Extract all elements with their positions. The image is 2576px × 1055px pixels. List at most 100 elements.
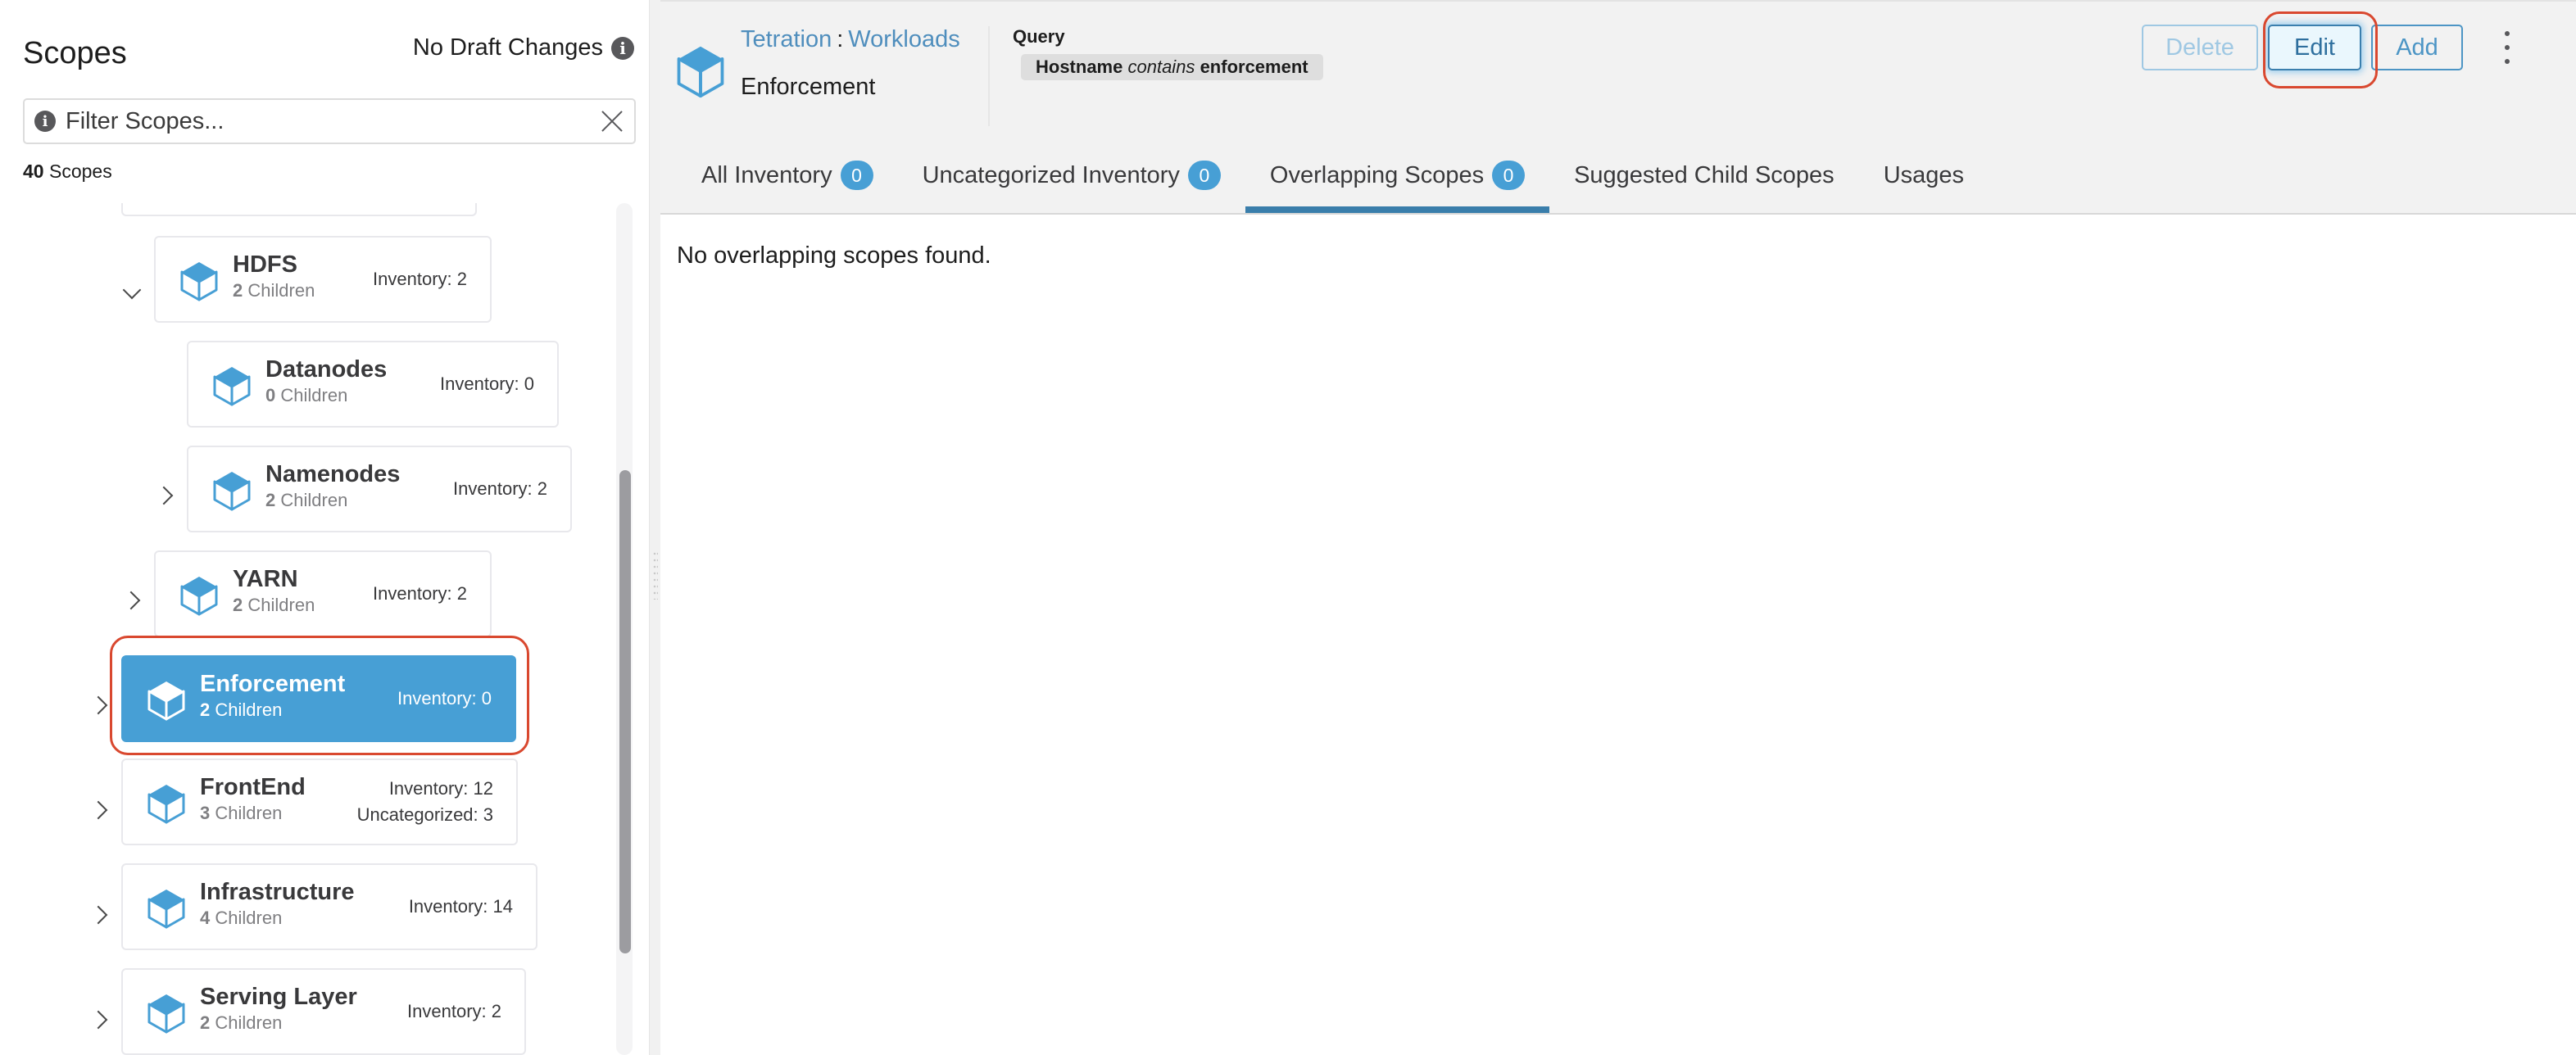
children-count: 2 xyxy=(265,490,276,510)
scope-name: Enforcement xyxy=(200,671,346,697)
panel-resize-splitter[interactable] xyxy=(649,0,660,1055)
scope-card-enforcement[interactable]: Enforcement 2 Children Inventory: 0 xyxy=(121,655,516,742)
query-label: Query xyxy=(1013,26,1065,47)
tab-label: Overlapping Scopes xyxy=(1269,162,1485,188)
scope-name: YARN xyxy=(233,566,298,592)
filter-scopes-input[interactable] xyxy=(66,107,600,135)
tab-count-badge: 0 xyxy=(1187,161,1221,190)
scope-card-frontend[interactable]: FrontEnd 3 Children Inventory: 12 Uncate… xyxy=(121,758,518,845)
add-button[interactable]: Add xyxy=(2371,25,2463,70)
tab-overlapping-scopes[interactable]: Overlapping Scopes 0 xyxy=(1245,147,1550,215)
breadcrumb-parent[interactable]: Workloads xyxy=(848,26,959,52)
scope-inventory: Inventory: 0 xyxy=(440,374,534,394)
scope-name: Infrastructure xyxy=(200,879,355,905)
scope-inventory: Inventory: 2 xyxy=(453,478,547,499)
page-title: Enforcement xyxy=(741,74,876,100)
children-count: 2 xyxy=(233,595,243,615)
scope-name: HDFS xyxy=(233,251,297,278)
children-count: 2 xyxy=(233,280,243,301)
drag-handle-icon[interactable] xyxy=(653,550,658,600)
tab-uncategorized-inventory[interactable]: Uncategorized Inventory 0 xyxy=(898,147,1245,215)
children-count: 0 xyxy=(265,385,276,405)
scope-children: 2 Children xyxy=(233,593,315,618)
scope-cube-icon xyxy=(147,994,185,1034)
chevron-right-icon[interactable] xyxy=(157,487,174,503)
chevron-right-icon[interactable] xyxy=(125,591,141,608)
children-label: Children xyxy=(280,385,348,405)
breadcrumb-root[interactable]: Tetration xyxy=(741,26,832,52)
delete-button[interactable]: Delete xyxy=(2142,25,2258,70)
scope-count: 40 Scopes xyxy=(23,161,112,183)
scope-children: 0 Children xyxy=(265,383,387,408)
chevron-right-icon[interactable] xyxy=(92,696,108,713)
chevron-right-icon[interactable] xyxy=(92,906,108,922)
scope-name: Serving Layer xyxy=(200,984,357,1010)
tab-usages[interactable]: Usages xyxy=(1859,147,1989,215)
scope-card-serving-layer[interactable]: Serving Layer 2 Children Inventory: 2 xyxy=(121,968,526,1055)
scope-inventory: Inventory: 14 xyxy=(408,896,513,917)
scrollbar-thumb[interactable] xyxy=(619,470,631,953)
tab-content xyxy=(660,215,2576,1055)
chevron-right-icon[interactable] xyxy=(92,1011,108,1027)
scope-count-label: Scopes xyxy=(48,161,112,182)
scope-inventory: Inventory: 2 xyxy=(373,269,467,289)
children-label: Children xyxy=(215,700,283,720)
children-count: 2 xyxy=(200,700,211,720)
scope-children: 2 Children xyxy=(233,278,315,303)
children-label: Children xyxy=(215,908,283,928)
scope-cube-icon xyxy=(147,785,185,824)
tab-label: All Inventory xyxy=(701,162,832,188)
scope-count-number: 40 xyxy=(23,161,44,182)
scope-name: Datanodes xyxy=(265,356,388,383)
empty-state-message: No overlapping scopes found. xyxy=(677,242,991,269)
scope-inventory-stats: Inventory: 12 Uncategorized: 3 xyxy=(357,776,493,828)
scope-card-datanodes[interactable]: Datanodes 0 Children Inventory: 0 xyxy=(187,341,559,428)
scope-cube-icon xyxy=(180,577,218,616)
scope-cube-icon xyxy=(213,472,251,511)
chevron-right-icon[interactable] xyxy=(92,801,108,817)
scope-cube-icon xyxy=(213,367,251,406)
scope-card-hdfs[interactable]: HDFS 2 Children Inventory: 2 xyxy=(154,236,492,323)
query-value: enforcement xyxy=(1200,57,1308,77)
chevron-down-icon[interactable] xyxy=(123,285,139,301)
tab-suggested-child-scopes[interactable]: Suggested Child Scopes xyxy=(1549,147,1859,215)
scope-card-namenodes[interactable]: Namenodes 2 Children Inventory: 2 xyxy=(187,446,572,532)
query-filter-chip: Hostname contains enforcement xyxy=(1021,54,1323,80)
query-operator: contains xyxy=(1127,57,1195,77)
info-icon[interactable]: i xyxy=(34,111,56,132)
scope-card-partial[interactable] xyxy=(121,203,477,216)
children-label: Children xyxy=(247,280,315,301)
clear-filter-icon[interactable] xyxy=(600,109,624,134)
children-label: Children xyxy=(215,1012,283,1033)
breadcrumb: Tetration: Workloads xyxy=(741,26,960,53)
tab-label: Suggested Child Scopes xyxy=(1574,162,1834,188)
scope-uncategorized: Uncategorized: 3 xyxy=(356,804,493,825)
query-field: Hostname xyxy=(1036,57,1123,77)
tab-label: Uncategorized Inventory xyxy=(922,162,1180,188)
scope-children: 2 Children xyxy=(265,488,400,513)
children-label: Children xyxy=(280,490,348,510)
scopes-panel: Scopes No Draft Changes i i 40 Scopes HD… xyxy=(0,0,655,1055)
scope-card-infrastructure[interactable]: Infrastructure 4 Children Inventory: 14 xyxy=(121,863,537,950)
tab-all-inventory[interactable]: All Inventory 0 xyxy=(677,147,898,215)
children-label: Children xyxy=(215,803,283,823)
header-divider xyxy=(988,26,990,126)
draft-status-label: No Draft Changes xyxy=(412,34,603,61)
scope-children: 2 Children xyxy=(200,698,345,722)
more-options-icon[interactable] xyxy=(2499,31,2515,64)
scope-children: 4 Children xyxy=(200,906,355,930)
scope-inventory: Inventory: 0 xyxy=(397,688,492,709)
scope-cube-icon xyxy=(147,681,185,721)
scope-card-yarn[interactable]: YARN 2 Children Inventory: 2 xyxy=(154,550,492,637)
detail-tabs: All Inventory 0 Uncategorized Inventory … xyxy=(677,147,1989,215)
scope-cube-icon xyxy=(180,262,218,301)
scope-inventory: Inventory: 12 xyxy=(388,778,493,799)
scope-inventory: Inventory: 2 xyxy=(407,1001,501,1021)
scope-cube-icon xyxy=(147,890,185,929)
tab-count-badge: 0 xyxy=(840,161,873,190)
scope-children: 3 Children xyxy=(200,801,306,826)
info-icon[interactable]: i xyxy=(611,36,634,60)
filter-scopes-field: i xyxy=(23,98,636,144)
scope-name: FrontEnd xyxy=(200,774,306,800)
scope-cube-icon xyxy=(677,46,724,98)
